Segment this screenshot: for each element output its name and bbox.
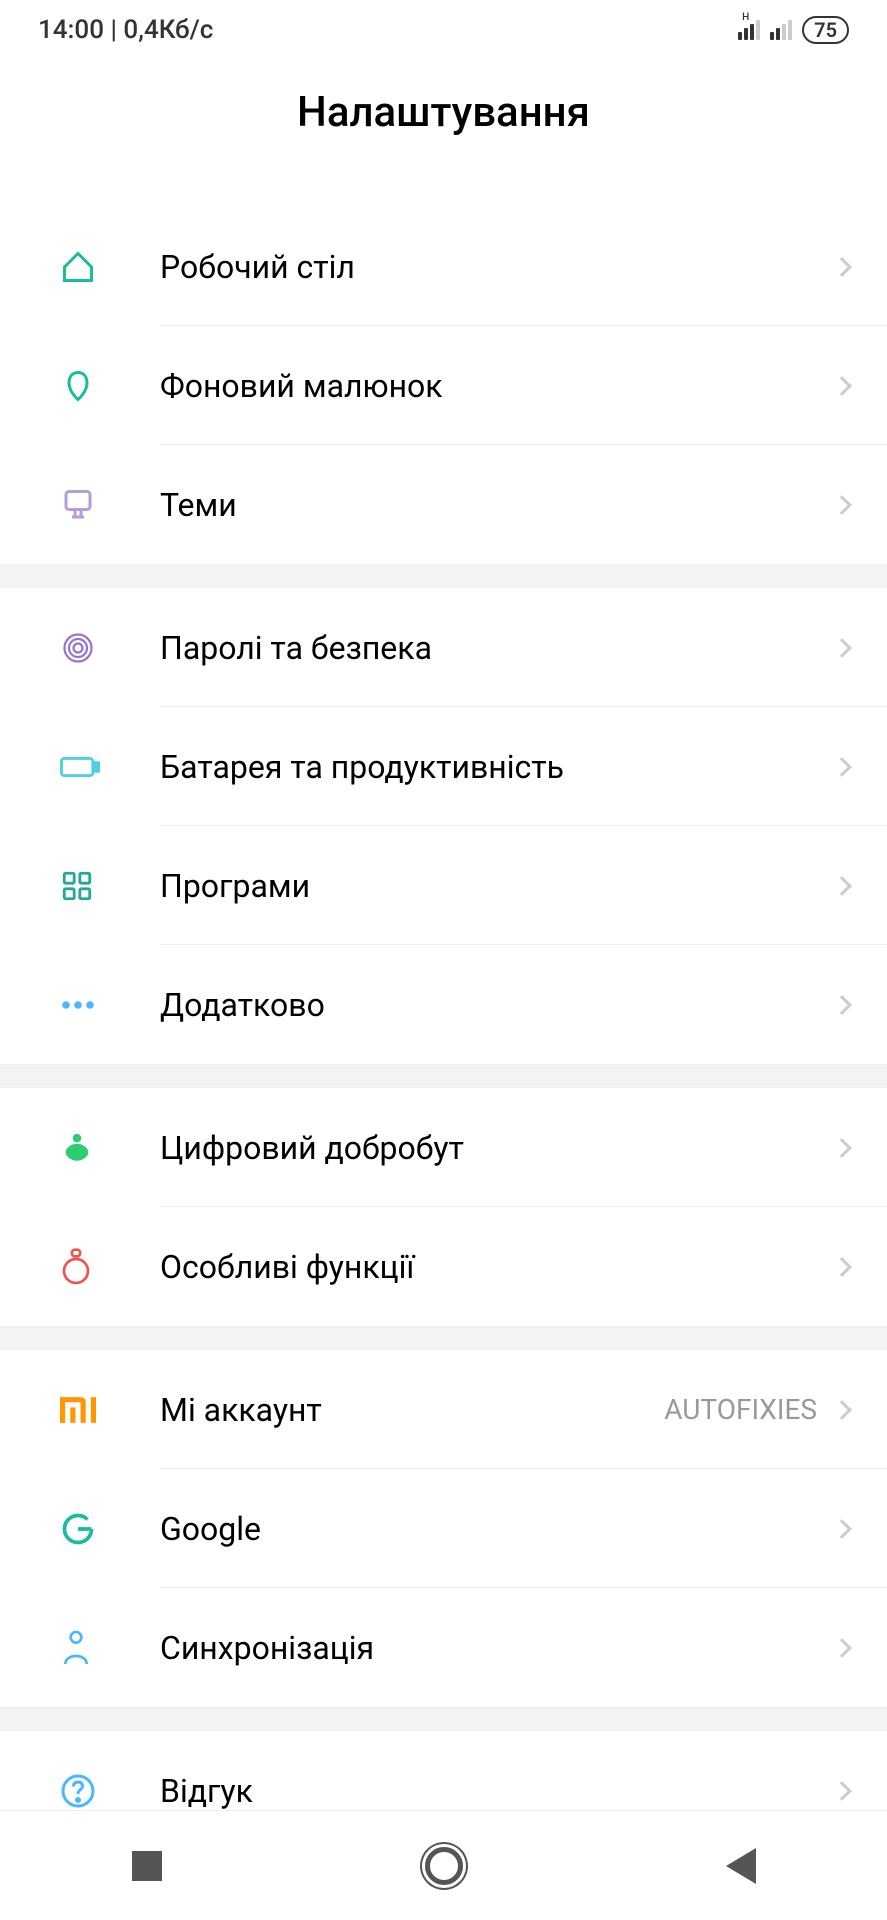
settings-row-themes[interactable]: Теми (0, 445, 887, 564)
more-icon (60, 999, 160, 1011)
chevron-right-icon (832, 757, 852, 777)
themes-icon (60, 487, 160, 523)
chevron-right-icon (832, 1638, 852, 1658)
settings-group: Мі аккаунтAUTOFIXIES Google Синхронізація (0, 1350, 887, 1707)
chevron-right-icon (832, 1257, 852, 1277)
row-label: Батарея та продуктивність (160, 748, 835, 786)
apps-icon (60, 869, 160, 903)
chevron-right-icon (832, 1400, 852, 1420)
sync-icon (60, 1629, 160, 1667)
status-right: H 75 (738, 16, 849, 44)
row-label: Додатково (160, 986, 835, 1024)
row-label: Програми (160, 867, 835, 905)
row-label: Google (160, 1510, 835, 1548)
wellbeing-icon (60, 1131, 160, 1165)
row-label: Теми (160, 486, 835, 524)
google-icon (60, 1511, 160, 1547)
page-title: Налаштування (0, 88, 887, 137)
settings-row-home[interactable]: Робочий стіл (0, 207, 887, 326)
chevron-right-icon (832, 495, 852, 515)
status-speed: 0,4Кб/с (123, 15, 213, 45)
settings-row-wellbeing[interactable]: Цифровий добробут (0, 1088, 887, 1207)
status-bar: 14:00 | 0,4Кб/с H 75 (0, 0, 887, 60)
chevron-right-icon (832, 876, 852, 896)
chevron-right-icon (832, 1781, 852, 1801)
chevron-right-icon (832, 376, 852, 396)
settings-list[interactable] (0, 177, 887, 207)
row-label: Паролі та безпека (160, 629, 835, 667)
settings-row-mi-account[interactable]: Мі аккаунтAUTOFIXIES (0, 1350, 887, 1469)
settings-group: Паролі та безпека Батарея та продуктивніс… (0, 588, 887, 1064)
battery-icon (60, 753, 160, 781)
chevron-right-icon (832, 1138, 852, 1158)
settings-row-sync[interactable]: Синхронізація (0, 1588, 887, 1707)
signal-icon-1: H (738, 20, 760, 40)
settings-row-wallpaper[interactable]: Фоновий малюнок (0, 326, 887, 445)
chevron-right-icon (832, 638, 852, 658)
home-button[interactable] (425, 1847, 463, 1885)
settings-row-additional[interactable]: Додатково (0, 945, 887, 1064)
status-time: 14:00 (38, 15, 104, 45)
settings-row-apps[interactable]: Програми (0, 826, 887, 945)
signal-icon-2 (770, 20, 792, 40)
row-label: Мі аккаунт (160, 1391, 664, 1429)
row-label: Робочий стіл (160, 248, 835, 286)
chevron-right-icon (832, 1519, 852, 1539)
back-button[interactable] (726, 1848, 756, 1884)
row-label: Відгук (160, 1772, 835, 1810)
special-icon (60, 1248, 160, 1286)
settings-row-special[interactable]: Особливі функції (0, 1207, 887, 1326)
fingerprint-icon (60, 630, 160, 666)
row-label: Фоновий малюнок (160, 367, 835, 405)
row-value: AUTOFIXIES (664, 1393, 817, 1426)
page-header: Налаштування (0, 60, 887, 177)
recent-apps-button[interactable] (132, 1851, 162, 1881)
settings-group: Робочий стіл Фоновий малюнок Теми (0, 207, 887, 564)
navigation-bar (0, 1810, 887, 1920)
status-left: 14:00 | 0,4Кб/с (38, 15, 213, 45)
feedback-icon (60, 1773, 160, 1809)
settings-row-battery[interactable]: Батарея та продуктивність (0, 707, 887, 826)
settings-row-security[interactable]: Паролі та безпека (0, 588, 887, 707)
chevron-right-icon (832, 257, 852, 277)
home-icon (60, 249, 160, 285)
settings-group: Цифровий добробут Особливі функції (0, 1088, 887, 1326)
wallpaper-icon (60, 368, 160, 404)
row-label: Цифровий добробут (160, 1129, 835, 1167)
chevron-right-icon (832, 995, 852, 1015)
row-label: Особливі функції (160, 1248, 835, 1286)
mi-icon (60, 1396, 160, 1424)
settings-row-google[interactable]: Google (0, 1469, 887, 1588)
battery-icon: 75 (802, 16, 849, 44)
row-label: Синхронізація (160, 1629, 835, 1667)
